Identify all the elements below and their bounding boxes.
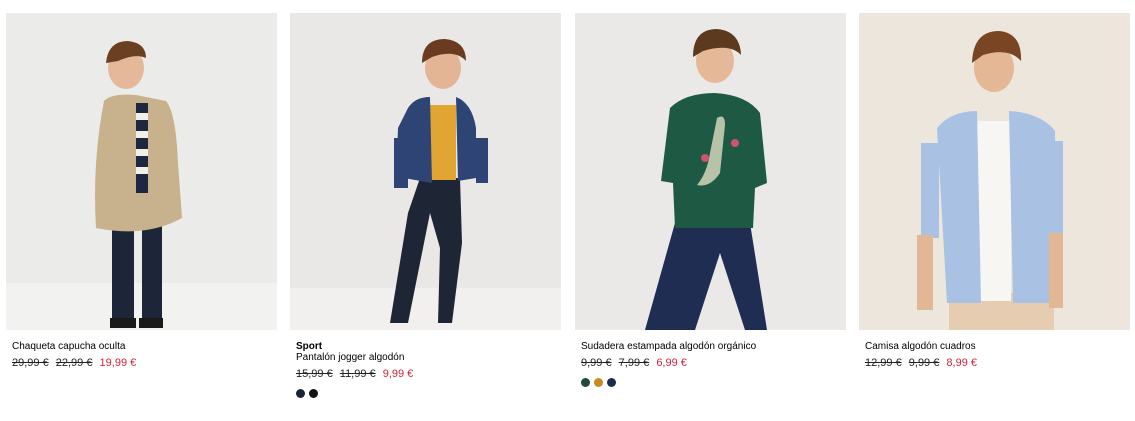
- color-swatches: [581, 378, 846, 387]
- sale-price: 9,99 €: [382, 368, 414, 380]
- color-swatch-navy[interactable]: [607, 378, 616, 387]
- boy-green-sweatshirt-photo: [575, 13, 846, 330]
- product-grid: Chaqueta capucha oculta 29,99 € 22,99 € …: [0, 0, 1135, 421]
- product-image[interactable]: [575, 13, 846, 330]
- boy-denim-jacket-photo: [290, 13, 561, 330]
- previous-price: 7,99 €: [618, 357, 650, 369]
- product-info: Sudadera estampada algodón orgánico 9,99…: [575, 330, 846, 387]
- color-swatch-navy[interactable]: [296, 389, 305, 398]
- previous-price: 22,99 €: [55, 357, 93, 369]
- color-swatch-mustard[interactable]: [594, 378, 603, 387]
- product-card[interactable]: Chaqueta capucha oculta 29,99 € 22,99 € …: [6, 13, 277, 369]
- original-price: 9,99 €: [581, 357, 612, 369]
- price-row: 9,99 € 7,99 € 6,99 €: [581, 357, 846, 369]
- product-name[interactable]: Pantalón jogger algodón: [296, 352, 561, 363]
- product-info: Chaqueta capucha oculta 29,99 € 22,99 € …: [6, 330, 277, 369]
- boy-light-blue-shirt-photo: [859, 13, 1130, 330]
- color-swatch-green[interactable]: [581, 378, 590, 387]
- product-brand: Sport: [296, 341, 323, 352]
- product-card[interactable]: Sport Pantalón jogger algodón 15,99 € 11…: [290, 13, 561, 398]
- product-card[interactable]: Camisa algodón cuadros 12,99 € 9,99 € 8,…: [859, 13, 1130, 369]
- original-price: 12,99 €: [865, 357, 902, 369]
- product-name[interactable]: Chaqueta capucha oculta: [12, 341, 277, 352]
- sale-price: 6,99 €: [656, 357, 687, 369]
- product-info: Sport Pantalón jogger algodón 15,99 € 11…: [290, 330, 561, 398]
- product-info: Camisa algodón cuadros 12,99 € 9,99 € 8,…: [859, 330, 1130, 369]
- previous-price: 11,99 €: [339, 368, 376, 380]
- price-row: 15,99 € 11,99 € 9,99 €: [296, 368, 561, 380]
- original-price: 15,99 €: [296, 368, 333, 380]
- price-row: 12,99 € 9,99 € 8,99 €: [865, 357, 1130, 369]
- color-swatch-black[interactable]: [309, 389, 318, 398]
- product-image[interactable]: [290, 13, 561, 330]
- sale-price: 19,99 €: [99, 357, 137, 369]
- product-name[interactable]: Sudadera estampada algodón orgánico: [581, 341, 846, 352]
- sale-price: 8,99 €: [946, 357, 978, 369]
- product-card[interactable]: Sudadera estampada algodón orgánico 9,99…: [575, 13, 846, 387]
- previous-price: 9,99 €: [908, 357, 940, 369]
- product-image[interactable]: [859, 13, 1130, 330]
- product-name[interactable]: Camisa algodón cuadros: [865, 341, 1130, 352]
- price-row: 29,99 € 22,99 € 19,99 €: [12, 357, 277, 369]
- product-image[interactable]: [6, 13, 277, 330]
- original-price: 29,99 €: [12, 357, 49, 369]
- boy-beige-jacket-photo: [6, 13, 277, 330]
- color-swatches: [296, 389, 561, 398]
